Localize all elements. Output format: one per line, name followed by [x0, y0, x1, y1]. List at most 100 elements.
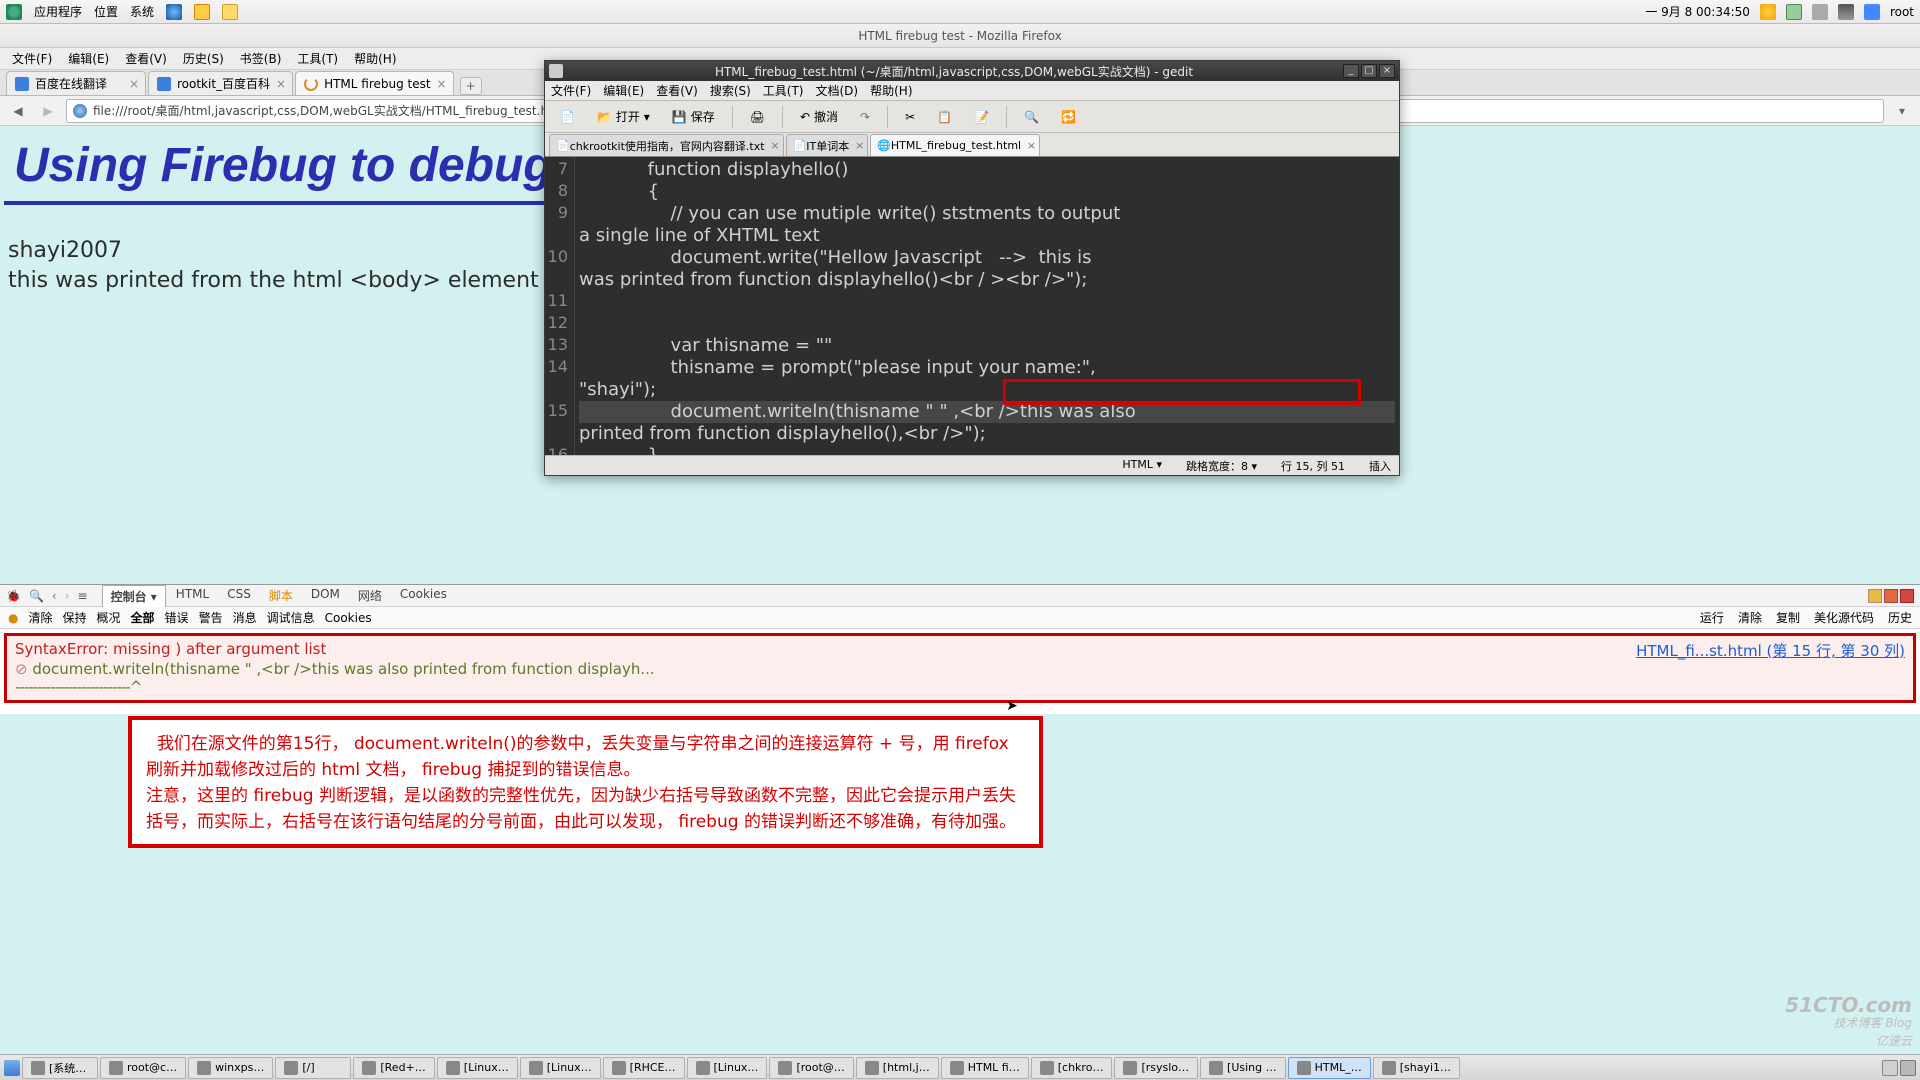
menu-applications[interactable]: 应用程序	[34, 3, 82, 20]
ff-menu-history[interactable]: 历史(S)	[177, 48, 230, 69]
gedit-tab[interactable]: 📄chkrootkit使用指南，官网内容翻译.txt×	[549, 134, 784, 156]
ff-menu-file[interactable]: 文件(F)	[6, 48, 58, 69]
copy-button[interactable]: 📋	[928, 104, 961, 130]
gedit-menu-edit[interactable]: 编辑(E)	[603, 82, 644, 99]
note-icon[interactable]	[222, 4, 238, 20]
gedit-menu-help[interactable]: 帮助(H)	[870, 82, 912, 99]
fb-run[interactable]: 运行	[1700, 609, 1724, 626]
taskbar-item[interactable]: [Linux…	[437, 1057, 518, 1079]
undo-button[interactable]: ↶撤消	[791, 104, 847, 130]
fb-sub-errors[interactable]: 错误	[165, 609, 189, 626]
inspect-icon[interactable]: 🔍	[29, 589, 44, 603]
taskbar-item[interactable]: [系统…	[22, 1057, 98, 1079]
forward-button[interactable]: ▶	[36, 99, 60, 123]
display-icon[interactable]	[1864, 4, 1880, 20]
gedit-menu-tools[interactable]: 工具(T)	[763, 82, 804, 99]
taskbar-item[interactable]: [Red+…	[353, 1057, 434, 1079]
firebug-console[interactable]: SyntaxError: missing ) after argument li…	[0, 629, 1920, 714]
break-icon[interactable]: ●	[8, 611, 18, 625]
fb-sub-info[interactable]: 消息	[233, 609, 257, 626]
open-button[interactable]: 📂打开 ▾	[588, 104, 659, 130]
fb-sub-warnings[interactable]: 警告	[199, 609, 223, 626]
gedit-menu-view[interactable]: 查看(V)	[656, 82, 698, 99]
redo-button[interactable]: ↷	[851, 104, 879, 130]
gedit-titlebar[interactable]: HTML_firebug_test.html (~/桌面/html,javasc…	[545, 61, 1399, 81]
save-button[interactable]: 💾保存	[663, 104, 724, 130]
show-desktop-icon[interactable]	[4, 1060, 20, 1076]
menu-places[interactable]: 位置	[94, 3, 118, 20]
fb-tab-console[interactable]: 控制台 ▾	[102, 585, 166, 607]
globe-icon[interactable]	[166, 4, 182, 20]
firebug-icon[interactable]: 🐞	[6, 589, 21, 603]
minimize-icon[interactable]	[1868, 589, 1882, 603]
close-icon[interactable]: ×	[1027, 139, 1036, 152]
maximize-button[interactable]: □	[1361, 64, 1377, 78]
taskbar-item[interactable]: [Using …	[1200, 1057, 1286, 1079]
gedit-menu-documents[interactable]: 文档(D)	[816, 82, 859, 99]
clock[interactable]: 一 9月 8 00:34:50	[1645, 3, 1750, 20]
sun-icon[interactable]	[1760, 4, 1776, 20]
ff-tab[interactable]: rootkit_百度百科×	[148, 71, 293, 95]
fb-tab-html[interactable]: HTML	[168, 585, 217, 607]
mail-icon[interactable]	[194, 4, 210, 20]
ff-tab-active[interactable]: HTML firebug test×	[295, 71, 454, 95]
cut-button[interactable]: ✂	[896, 104, 924, 130]
taskbar-item[interactable]: root@c…	[100, 1057, 186, 1079]
user-label[interactable]: root	[1890, 5, 1914, 19]
taskbar-item[interactable]: [Linux…	[520, 1057, 601, 1079]
gedit-menu-search[interactable]: 搜索(S)	[710, 82, 751, 99]
taskbar-item[interactable]: [/]	[275, 1057, 351, 1079]
forward-icon[interactable]: ›	[65, 589, 70, 603]
taskbar-item[interactable]: [html,j…	[856, 1057, 939, 1079]
taskbar-item[interactable]: [chkro…	[1031, 1057, 1113, 1079]
fb-sub-clear[interactable]: 清除	[28, 609, 52, 626]
battery-icon[interactable]	[1786, 4, 1802, 20]
ff-menu-edit[interactable]: 编辑(E)	[62, 48, 115, 69]
gedit-tab-active[interactable]: 🌐HTML_firebug_test.html×	[870, 134, 1040, 156]
ff-menu-bookmarks[interactable]: 书签(B)	[234, 48, 288, 69]
dropdown-icon[interactable]: ▾	[1890, 99, 1914, 123]
fb-tab-net[interactable]: 网络	[350, 585, 390, 607]
taskbar-item[interactable]: [RHCE…	[603, 1057, 685, 1079]
ff-menu-tools[interactable]: 工具(T)	[291, 48, 344, 69]
print-button[interactable]: 🖨	[741, 104, 774, 130]
gedit-tab[interactable]: 📄IT单词本×	[786, 134, 869, 156]
status-language[interactable]: HTML ▾	[1122, 458, 1162, 474]
fb-tab-css[interactable]: CSS	[219, 585, 259, 607]
close-button[interactable]: ×	[1379, 64, 1395, 78]
fb-sub-debug[interactable]: 调试信息	[267, 609, 315, 626]
fb-copy[interactable]: 复制	[1776, 609, 1800, 626]
close-icon[interactable]: ×	[770, 139, 779, 152]
find-button[interactable]: 🔍	[1015, 104, 1048, 130]
taskbar-item[interactable]: HTML fi…	[941, 1057, 1029, 1079]
trash-icon[interactable]	[1900, 1060, 1916, 1076]
back-button[interactable]: ◀	[6, 99, 30, 123]
lines-icon[interactable]: ≡	[78, 589, 88, 603]
fb-tab-script[interactable]: 脚本	[261, 585, 301, 607]
fb-sub-persist[interactable]: 保持	[63, 609, 87, 626]
ff-menu-help[interactable]: 帮助(H)	[348, 48, 402, 69]
back-icon[interactable]: ‹	[52, 589, 57, 603]
fb-clear[interactable]: 清除	[1738, 609, 1762, 626]
close-icon[interactable]	[1900, 589, 1914, 603]
close-icon[interactable]: ×	[129, 77, 139, 91]
fb-beautify[interactable]: 美化源代码	[1814, 609, 1874, 626]
taskbar-item[interactable]: HTML_…	[1288, 1057, 1371, 1079]
code-area[interactable]: function displayhello() { // you can use…	[575, 157, 1399, 455]
new-file-button[interactable]: 📄	[551, 104, 584, 130]
fb-sub-profile[interactable]: 概况	[97, 609, 121, 626]
detach-icon[interactable]	[1884, 589, 1898, 603]
taskbar-item[interactable]: [root@…	[769, 1057, 853, 1079]
close-icon[interactable]: ×	[855, 139, 864, 152]
status-tabwidth[interactable]: 跳格宽度：8 ▾	[1186, 458, 1257, 474]
fb-sub-cookies[interactable]: Cookies	[325, 611, 372, 625]
taskbar-item[interactable]: [shayi1…	[1373, 1057, 1460, 1079]
fb-sub-all[interactable]: 全部	[131, 609, 155, 626]
fb-history[interactable]: 历史	[1888, 609, 1912, 626]
error-source-link[interactable]: HTML_fi...st.html (第 15 行, 第 30 列)	[1636, 640, 1905, 661]
new-tab-button[interactable]: +	[460, 77, 482, 95]
taskbar-item[interactable]: [Linux…	[687, 1057, 768, 1079]
menu-system[interactable]: 系统	[130, 3, 154, 20]
close-icon[interactable]: ×	[437, 77, 447, 91]
replace-button[interactable]: 🔁	[1052, 104, 1085, 130]
